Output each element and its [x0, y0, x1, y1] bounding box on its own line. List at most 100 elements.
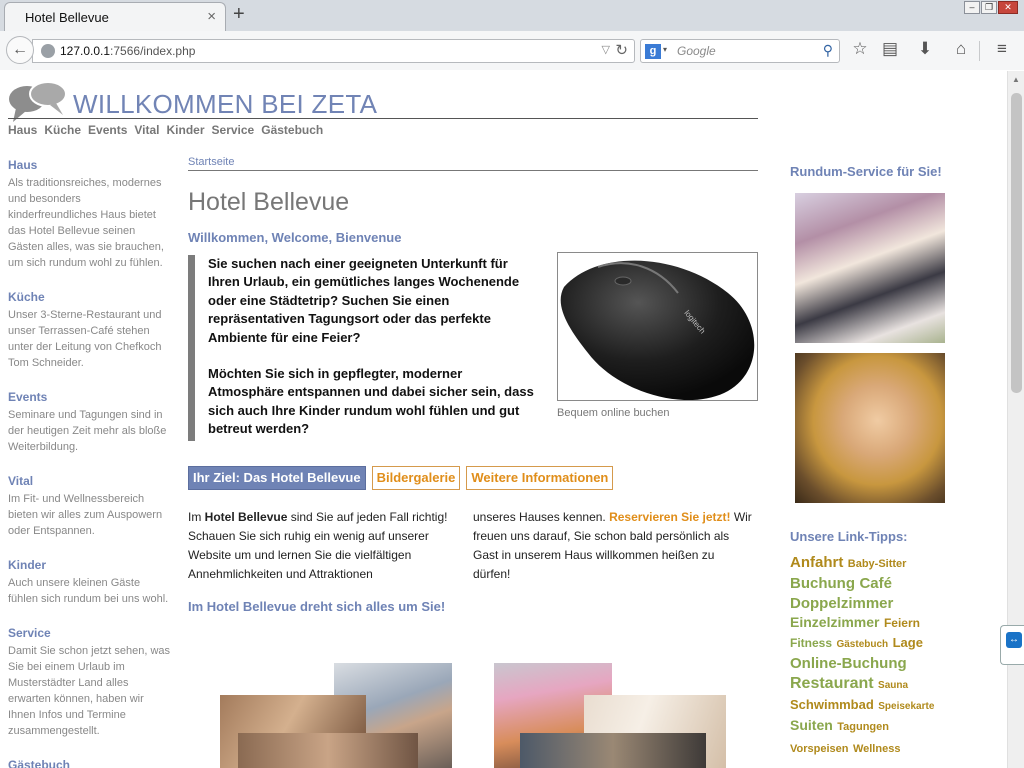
computer-mouse-image: logitech [557, 252, 758, 401]
tag-link[interactable]: Gästebuch [836, 639, 888, 650]
search-bar[interactable]: g ▾ Google ⚲ [640, 39, 840, 63]
hotel-name: Hotel Bellevue [204, 510, 288, 524]
teamviewer-widget[interactable]: ↔ [1000, 625, 1024, 665]
browser-tab[interactable]: Hotel Bellevue × [4, 2, 226, 31]
content-tabs: Ihr Ziel: Das Hotel Bellevue Bildergaler… [188, 466, 614, 490]
new-tab-button[interactable]: + [233, 3, 245, 26]
top-navigation: Haus Küche Events Vital Kinder Service G… [8, 123, 323, 137]
url-bar[interactable]: 127.0.0.1:7566/index.php ▽ ↻ [32, 39, 635, 63]
tab-weitere-informationen[interactable]: Weitere Informationen [466, 466, 614, 490]
download-icon[interactable]: ⬇ [913, 39, 937, 59]
tag-link[interactable]: Fitness [790, 636, 832, 650]
sidebar-section-gaestebuch: Gästebuch [8, 757, 173, 768]
url-dropdown-icon[interactable]: ▽ [602, 43, 610, 56]
tab-close-icon[interactable]: × [207, 8, 216, 25]
speech-bubbles-logo-icon [9, 81, 67, 122]
text-column-2: unseres Hauses kennen. Reservieren Sie j… [473, 510, 752, 581]
close-window-button[interactable]: ✕ [998, 1, 1018, 14]
url-text: 127.0.0.1:7566/index.php [60, 44, 196, 58]
woman-mirror-photo [795, 353, 945, 503]
breadcrumb[interactable]: Startseite [188, 156, 234, 168]
sidebar-text: Unser 3-Sterne-Restaurant und unser Terr… [8, 309, 162, 369]
tag-link[interactable]: Vorspeisen [790, 743, 849, 755]
sidebar-section-kueche: Küche Unser 3-Sterne-Restaurant und unse… [8, 289, 173, 389]
back-button[interactable]: ← [6, 36, 34, 64]
nav-item-haus[interactable]: Haus [8, 123, 37, 137]
sidebar-text: Seminare und Tagungen sind in der heutig… [8, 409, 167, 453]
nav-bar: 127.0.0.1:7566/index.php ▽ ↻ ← g ▾ Googl… [0, 31, 1024, 70]
tag-link[interactable]: Feiern [884, 616, 920, 630]
tag-link[interactable]: Baby-Sitter [848, 558, 907, 570]
left-sidebar: Haus Als traditionsreiches, modernes und… [8, 157, 173, 768]
tag-link[interactable]: Buchung [790, 575, 855, 592]
image-caption: Bequem online buchen [557, 407, 670, 419]
breadcrumb-divider [188, 170, 758, 171]
reload-icon[interactable]: ↻ [615, 41, 628, 59]
intro-blockquote: Sie suchen nach einer geeigneten Unterku… [188, 255, 538, 441]
collage-photo-table [238, 733, 418, 768]
wedding-couple-photo [795, 193, 945, 343]
intro-paragraph-1: Sie suchen nach einer geeigneten Unterku… [208, 256, 520, 345]
tag-link[interactable]: Schwimmbad [790, 697, 874, 712]
star-icon[interactable]: ☆ [848, 39, 872, 59]
tag-link[interactable]: Café [859, 575, 892, 592]
service-heading: Rundum-Service für Sie! [790, 164, 942, 179]
tab-bildergalerie[interactable]: Bildergalerie [371, 466, 461, 490]
tag-link[interactable]: Restaurant [790, 675, 874, 692]
nav-item-events[interactable]: Events [88, 123, 127, 137]
tag-link[interactable]: Lage [893, 635, 923, 650]
tab-strip: Hotel Bellevue × + – ❐ ✕ [0, 0, 1024, 31]
nav-item-gaestebuch[interactable]: Gästebuch [261, 123, 323, 137]
tag-link[interactable]: Online-Buchung [790, 655, 907, 672]
search-icon[interactable]: ⚲ [823, 42, 833, 59]
tag-link[interactable]: Doppelzimmer [790, 595, 893, 612]
nav-item-vital[interactable]: Vital [134, 123, 159, 137]
links-heading: Unsere Link-Tipps: [790, 529, 908, 544]
minimize-button[interactable]: – [964, 1, 980, 14]
sidebar-heading[interactable]: Gästebuch [8, 757, 173, 768]
tag-link[interactable]: Wellness [853, 743, 901, 755]
sidebar-heading[interactable]: Service [8, 625, 173, 641]
tab-hotel-bellevue[interactable]: Ihr Ziel: Das Hotel Bellevue [188, 466, 366, 490]
globe-icon [41, 44, 55, 58]
header-divider [8, 118, 758, 119]
sidebar-heading[interactable]: Vital [8, 473, 173, 489]
collage-photo-interior [520, 733, 706, 768]
sidebar-text: Als traditionsreiches, modernes und beso… [8, 177, 164, 269]
tag-cloud: Anfahrt Baby-Sitter Buchung Café Doppelz… [790, 553, 958, 759]
tag-link[interactable]: Einzelzimmer [790, 614, 879, 630]
nav-item-kinder[interactable]: Kinder [167, 123, 205, 137]
reading-list-icon[interactable]: ▤ [878, 39, 902, 59]
page-title: Hotel Bellevue [188, 188, 350, 216]
scroll-up-icon[interactable]: ▲ [1012, 75, 1020, 84]
photo-collage [220, 663, 740, 768]
reserve-link[interactable]: Reservieren Sie jetzt! [609, 510, 730, 524]
browser-chrome: Hotel Bellevue × + – ❐ ✕ 127.0.0.1:7566/… [0, 0, 1024, 70]
scrollbar-thumb[interactable] [1011, 93, 1022, 393]
page-subtitle: Willkommen, Welcome, Bienvenue [188, 230, 402, 245]
web-page: WILLKOMMEN BEI ZETA Haus Küche Events Vi… [0, 71, 1007, 768]
tag-link[interactable]: Speisekarte [878, 701, 934, 712]
tag-link[interactable]: Anfahrt [790, 554, 843, 571]
sidebar-heading[interactable]: Kinder [8, 557, 173, 573]
menu-icon[interactable]: ≡ [990, 39, 1014, 59]
nav-item-kueche[interactable]: Küche [44, 123, 81, 137]
sidebar-heading[interactable]: Küche [8, 289, 173, 305]
sidebar-heading[interactable]: Haus [8, 157, 173, 173]
restore-button[interactable]: ❐ [981, 1, 997, 14]
sidebar-heading[interactable]: Events [8, 389, 173, 405]
sidebar-section-vital: Vital Im Fit- und Wellnessbereich bieten… [8, 473, 173, 557]
tag-link[interactable]: Sauna [878, 680, 908, 691]
sidebar-section-service: Service Damit Sie schon jetzt sehen, was… [8, 625, 173, 757]
tag-link[interactable]: Tagungen [837, 721, 889, 733]
home-icon[interactable]: ⌂ [949, 39, 973, 59]
window-controls: – ❐ ✕ [964, 1, 1018, 14]
engine-dropdown-icon[interactable]: ▾ [663, 45, 667, 54]
tag-link[interactable]: Suiten [790, 717, 833, 733]
google-engine-icon[interactable]: g [645, 44, 661, 59]
sidebar-text: Auch unsere kleinen Gäste fühlen sich ru… [8, 577, 169, 605]
sidebar-section-haus: Haus Als traditionsreiches, modernes und… [8, 157, 173, 289]
intro-paragraph-2: Möchten Sie sich in gepflegter, moderner… [208, 366, 534, 437]
nav-item-service[interactable]: Service [212, 123, 255, 137]
site-title: WILLKOMMEN BEI ZETA [73, 89, 378, 119]
